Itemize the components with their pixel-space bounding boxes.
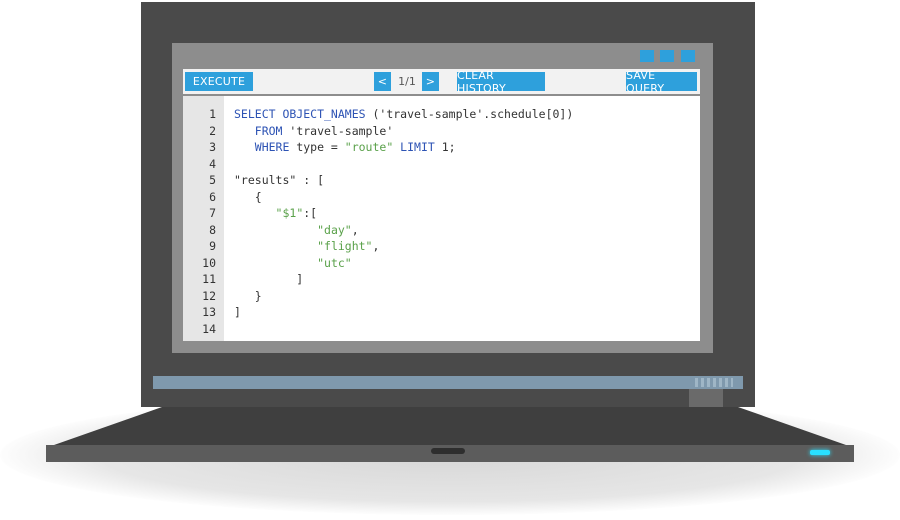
line-number: 3 [209, 140, 216, 154]
query-toolbar: EXECUTE < 1/1 > CLEAR HISTORY SAVE QUERY [183, 69, 700, 95]
line-number: 1 [209, 107, 216, 121]
close-button[interactable] [681, 50, 695, 62]
code-token: ] [234, 305, 241, 319]
line-number: 2 [209, 123, 216, 138]
power-led-icon [810, 450, 830, 455]
history-page-indicator: 1/1 [398, 75, 416, 88]
code-line: } [234, 288, 700, 305]
code-token: LIMIT [393, 140, 442, 154]
maximize-button[interactable] [660, 50, 674, 62]
code-line: FROM 'travel-sample' [234, 123, 700, 140]
minimize-button[interactable] [640, 50, 654, 62]
code-token: , [372, 239, 380, 253]
code-line: ] [234, 271, 700, 288]
code-token: "flight" [317, 239, 373, 253]
code-token: WHERE [234, 140, 297, 154]
line-number: 8 [209, 222, 216, 237]
line-number: 4 [209, 156, 216, 171]
code-token: "route" [344, 140, 394, 154]
code-token: FROM [234, 123, 290, 138]
code-token: 1; [441, 140, 456, 154]
code-line: "utc" [234, 255, 700, 272]
line-number: 7 [209, 206, 216, 220]
line-number: 9 [209, 239, 216, 253]
hinge-block [689, 389, 723, 407]
line-number: 11 [202, 272, 216, 286]
code-line: WHERE type = "route" LIMIT 1; [234, 139, 700, 156]
line-number-gutter: 1 2 3 4 5 6 7 8 9 10 11 12 13 14 [183, 96, 224, 341]
execute-button[interactable]: EXECUTE [185, 72, 253, 91]
lid-notch [431, 448, 465, 454]
query-editor[interactable]: 1 2 3 4 5 6 7 8 9 10 11 12 13 14 SELECT OBJECT_NAMES … [183, 96, 700, 341]
code-line: { [234, 189, 700, 206]
line-number: 12 [202, 288, 216, 303]
next-query-button[interactable]: > [422, 72, 439, 91]
code-token: type = [296, 140, 345, 154]
code-token: 'travel-sample' [289, 123, 394, 138]
vent-grille [695, 378, 733, 387]
code-token: , [351, 222, 359, 237]
code-token: SELECT OBJECT_NAMES [234, 107, 373, 121]
app-window: EXECUTE < 1/1 > CLEAR HISTORY SAVE QUERY… [172, 43, 713, 353]
code-line: "flight", [234, 238, 700, 255]
code-token: ('travel-sample'.schedule[0]) [372, 107, 574, 121]
line-number: 6 [209, 189, 216, 204]
prev-query-button[interactable]: < [374, 72, 391, 91]
code-token: :[ [303, 206, 318, 220]
code-token: "day" [317, 222, 352, 237]
code-line: SELECT OBJECT_NAMES ('travel-sample'.sch… [234, 106, 700, 123]
code-token: ] [234, 272, 304, 286]
code-token: } [234, 288, 262, 303]
screen-hinge [153, 376, 743, 389]
code-token: { [234, 189, 262, 204]
code-line: "$1":[ [234, 205, 700, 222]
code-token: "utc" [317, 255, 352, 270]
line-number: 14 [202, 321, 216, 336]
laptop-base-front [46, 445, 854, 462]
code-area[interactable]: SELECT OBJECT_NAMES ('travel-sample'.sch… [224, 96, 700, 341]
clear-history-button[interactable]: CLEAR HISTORY [457, 69, 545, 95]
code-line: "results" : [ [234, 172, 700, 189]
code-line: "day", [234, 222, 700, 239]
code-line: ] [234, 304, 700, 321]
save-query-button[interactable]: SAVE QUERY [626, 69, 697, 95]
line-number: 5 [209, 173, 216, 187]
line-number: 10 [202, 255, 216, 270]
line-number: 13 [202, 305, 216, 319]
code-token: "results" : [ [234, 173, 325, 187]
code-token: "$1" [275, 206, 304, 220]
